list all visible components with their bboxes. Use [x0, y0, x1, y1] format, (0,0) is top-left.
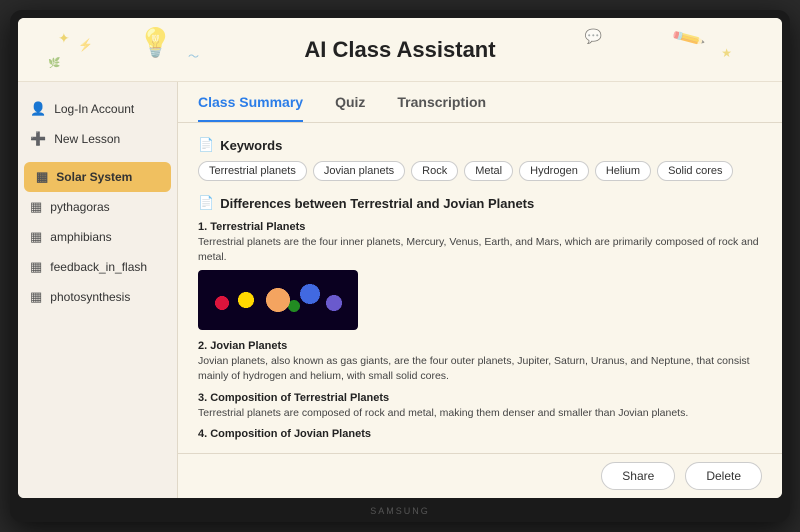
- differences-section-header: 📄 Differences between Terrestrial and Jo…: [198, 195, 762, 211]
- sidebar-divider: [18, 154, 177, 162]
- differences-title: Differences between Terrestrial and Jovi…: [220, 196, 534, 211]
- delete-button[interactable]: Delete: [685, 462, 762, 490]
- tab-quiz[interactable]: Quiz: [335, 94, 365, 122]
- item-1-desc: Terrestrial planets are the four inner p…: [198, 235, 762, 264]
- squiggle-left-icon: 〜: [188, 48, 199, 64]
- sidebar-feedback-label: feedback_in_flash: [50, 260, 147, 274]
- sidebar-item-feedback[interactable]: ▦ feedback_in_flash: [18, 252, 177, 282]
- keyword-hydrogen: Hydrogen: [519, 161, 589, 181]
- keyword-terrestrial: Terrestrial planets: [198, 161, 307, 181]
- tab-transcription[interactable]: Transcription: [397, 94, 486, 122]
- sidebar-item-pythagoras[interactable]: ▦ pythagoras: [18, 192, 177, 222]
- keywords-label: Keywords: [220, 138, 282, 153]
- tv-screen: ✦ 💡 ⚡ 〜 💬 ✏️ ★ 🌿 AI Class Assistant 👤 Lo…: [18, 18, 782, 498]
- sidebar-item-solar-system[interactable]: ▦ Solar System: [24, 162, 171, 192]
- keyword-jovian: Jovian planets: [313, 161, 405, 181]
- sidebar-new-lesson-label: New Lesson: [54, 132, 120, 146]
- star-deco: ✦: [58, 30, 70, 47]
- keyword-solid-cores: Solid cores: [657, 161, 733, 181]
- content-area: Class Summary Quiz Transcription 📄 Keywo…: [178, 82, 782, 498]
- keyword-metal: Metal: [464, 161, 513, 181]
- star2-icon: ★: [721, 46, 732, 60]
- tabs-bar: Class Summary Quiz Transcription: [178, 82, 782, 123]
- list-item: 3. Composition of Terrestrial Planets Te…: [198, 392, 762, 421]
- content-footer: Share Delete: [178, 453, 782, 498]
- tab-class-summary[interactable]: Class Summary: [198, 94, 303, 122]
- pencil-icon: ✏️: [670, 21, 707, 57]
- planet-image-inner: [198, 270, 358, 330]
- item-1-title: 1. Terrestrial Planets: [198, 221, 762, 233]
- keyword-rock: Rock: [411, 161, 458, 181]
- tv-brand: SAMSUNG: [370, 506, 430, 516]
- item-2-desc: Jovian planets, also known as gas giants…: [198, 354, 762, 383]
- app-header: ✦ 💡 ⚡ 〜 💬 ✏️ ★ 🌿 AI Class Assistant: [18, 18, 782, 82]
- lightning-icon: ⚡: [78, 38, 93, 52]
- list-item: 1. Terrestrial Planets Terrestrial plane…: [198, 221, 762, 330]
- share-button[interactable]: Share: [601, 462, 675, 490]
- sidebar-pythagoras-label: pythagoras: [50, 200, 109, 214]
- keywords-icon: 📄: [198, 137, 214, 153]
- sidebar-item-new-lesson[interactable]: ➕ New Lesson: [18, 124, 177, 154]
- keywords-section-header: 📄 Keywords: [198, 137, 762, 153]
- main-layout: 👤 Log-In Account ➕ New Lesson ▦ Solar Sy…: [18, 82, 782, 498]
- item-4-title: 4. Composition of Jovian Planets: [198, 428, 762, 440]
- sidebar-amphibians-label: amphibians: [50, 230, 111, 244]
- content-body: 📄 Keywords Terrestrial planets Jovian pl…: [178, 123, 782, 453]
- sidebar-solar-label: Solar System: [56, 170, 132, 184]
- keywords-row: Terrestrial planets Jovian planets Rock …: [198, 161, 762, 181]
- item-3-title: 3. Composition of Terrestrial Planets: [198, 392, 762, 404]
- list-item: 4. Composition of Jovian Planets: [198, 428, 762, 440]
- planet-image: [198, 270, 358, 330]
- bulb-icon: 💡: [138, 26, 173, 59]
- leaf-icon: 🌿: [48, 58, 60, 69]
- list-item: 2. Jovian Planets Jovian planets, also k…: [198, 340, 762, 383]
- tv-frame: ✦ 💡 ⚡ 〜 💬 ✏️ ★ 🌿 AI Class Assistant 👤 Lo…: [10, 10, 790, 522]
- item-3-desc: Terrestrial planets are composed of rock…: [198, 406, 762, 421]
- add-icon: ➕: [30, 131, 46, 147]
- lesson-icon-solar: ▦: [36, 169, 48, 185]
- lesson-icon-photo: ▦: [30, 289, 42, 305]
- sidebar: 👤 Log-In Account ➕ New Lesson ▦ Solar Sy…: [18, 82, 178, 498]
- login-icon: 👤: [30, 101, 46, 117]
- item-2-title: 2. Jovian Planets: [198, 340, 762, 352]
- app-title: AI Class Assistant: [304, 37, 495, 63]
- sidebar-item-photosynthesis[interactable]: ▦ photosynthesis: [18, 282, 177, 312]
- sidebar-login-label: Log-In Account: [54, 102, 134, 116]
- differences-icon: 📄: [198, 195, 214, 211]
- lesson-icon-amphibians: ▦: [30, 229, 42, 245]
- keyword-helium: Helium: [595, 161, 651, 181]
- lesson-icon-feedback: ▦: [30, 259, 42, 275]
- sidebar-photo-label: photosynthesis: [50, 290, 130, 304]
- lesson-icon-pythagoras: ▦: [30, 199, 42, 215]
- sidebar-item-login[interactable]: 👤 Log-In Account: [18, 94, 177, 124]
- chat-icon: 💬: [585, 28, 602, 45]
- sidebar-item-amphibians[interactable]: ▦ amphibians: [18, 222, 177, 252]
